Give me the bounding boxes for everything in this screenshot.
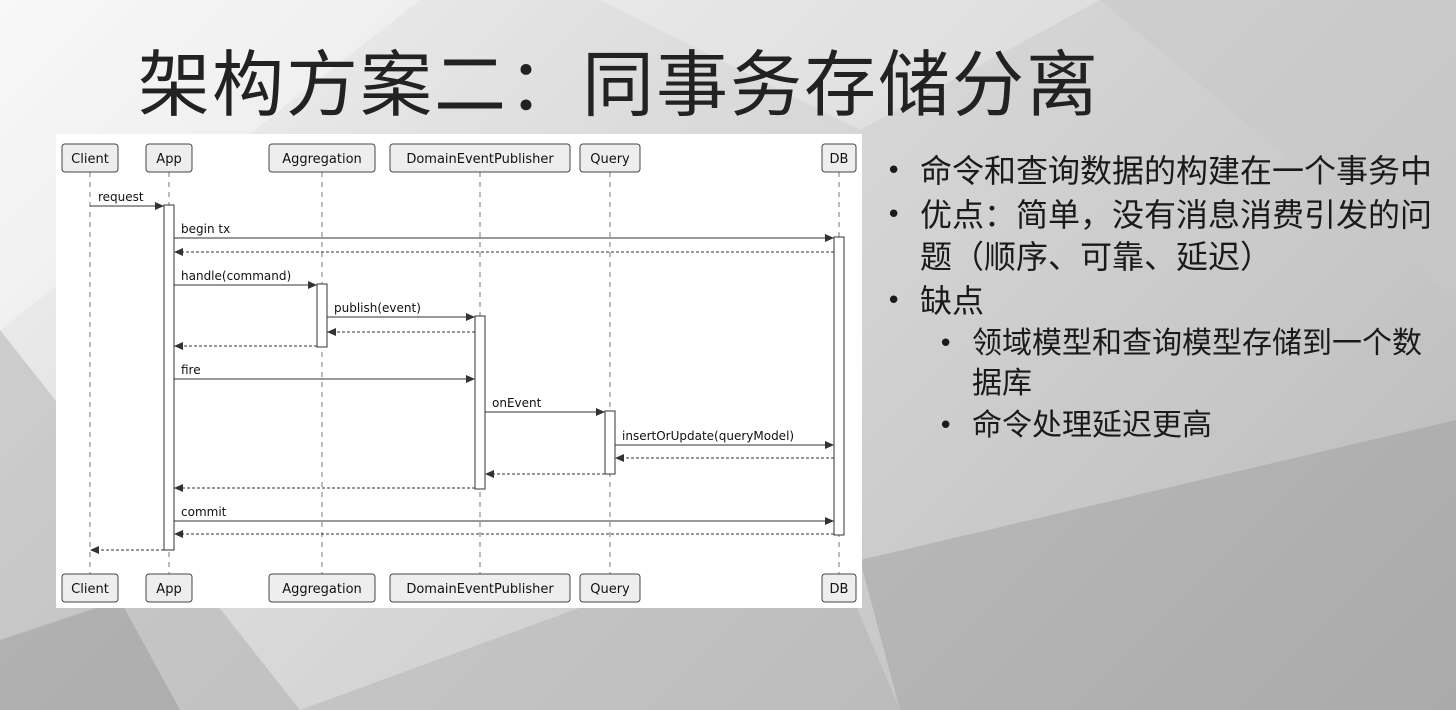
arrow-head [825, 441, 834, 449]
arrow-head [174, 484, 183, 492]
bullet-item: 缺点 [880, 280, 1440, 322]
arrow-head [825, 517, 834, 525]
participant-label: DB [830, 152, 849, 167]
arrow-head [327, 328, 336, 336]
participant-label: DB [830, 582, 849, 597]
message-label: begin tx [181, 222, 230, 236]
arrow-head [155, 202, 164, 210]
participant-label: Client [71, 582, 109, 597]
sequence-diagram-canvas: Client Client App App Aggregation Aggregation… [61, 143, 857, 603]
participant-label: App [156, 152, 181, 167]
sub-bullet-item: 命令处理延迟更高 [932, 406, 1440, 446]
arrow-head [174, 248, 183, 256]
participant-label: DomainEventPublisher [406, 152, 554, 167]
participant-label: Query [590, 582, 630, 597]
arrow-head [308, 281, 317, 289]
participant-label: Aggregation [282, 152, 362, 167]
activation-bar [833, 236, 845, 536]
arrow-head [615, 454, 624, 462]
message-label: onEvent [492, 396, 542, 410]
arrow-head [466, 313, 475, 321]
message-label: fire [181, 363, 201, 377]
bullet-item: 命令和查询数据的构建在一个事务中 [880, 150, 1440, 192]
bullet-list: 命令和查询数据的构建在一个事务中 优点：简单，没有消息消费引发的问题（顺序、可靠… [880, 150, 1440, 448]
participant-label: App [156, 582, 181, 597]
activation-bar [474, 315, 486, 490]
activation-bar [316, 283, 328, 348]
sequence-diagram: Client Client App App Aggregation Aggregation… [56, 134, 862, 608]
message-label: commit [181, 505, 227, 519]
arrow-head [90, 546, 99, 554]
message-label: handle(command) [181, 269, 291, 283]
arrow-head [825, 234, 834, 242]
participant-label: Aggregation [282, 582, 362, 597]
participant-label: Query [590, 152, 630, 167]
sub-bullet-item: 领域模型和查询模型存储到一个数据库 [932, 324, 1440, 404]
message-label: insertOrUpdate(queryModel) [622, 429, 794, 443]
arrow-head [596, 408, 605, 416]
page-title: 架构方案二：同事务存储分离 [138, 43, 1101, 127]
participant-label: DomainEventPublisher [406, 582, 554, 597]
arrow-head [174, 342, 183, 350]
arrow-head [466, 375, 475, 383]
message-label: request [98, 190, 144, 204]
bullet-item: 优点：简单，没有消息消费引发的问题（顺序、可靠、延迟） [880, 194, 1440, 278]
message-label: publish(event) [334, 301, 421, 315]
participant-label: Client [71, 152, 109, 167]
activation-bar [604, 410, 616, 475]
arrow-head [485, 470, 494, 478]
arrow-head [174, 530, 183, 538]
activation-bar [163, 204, 175, 551]
